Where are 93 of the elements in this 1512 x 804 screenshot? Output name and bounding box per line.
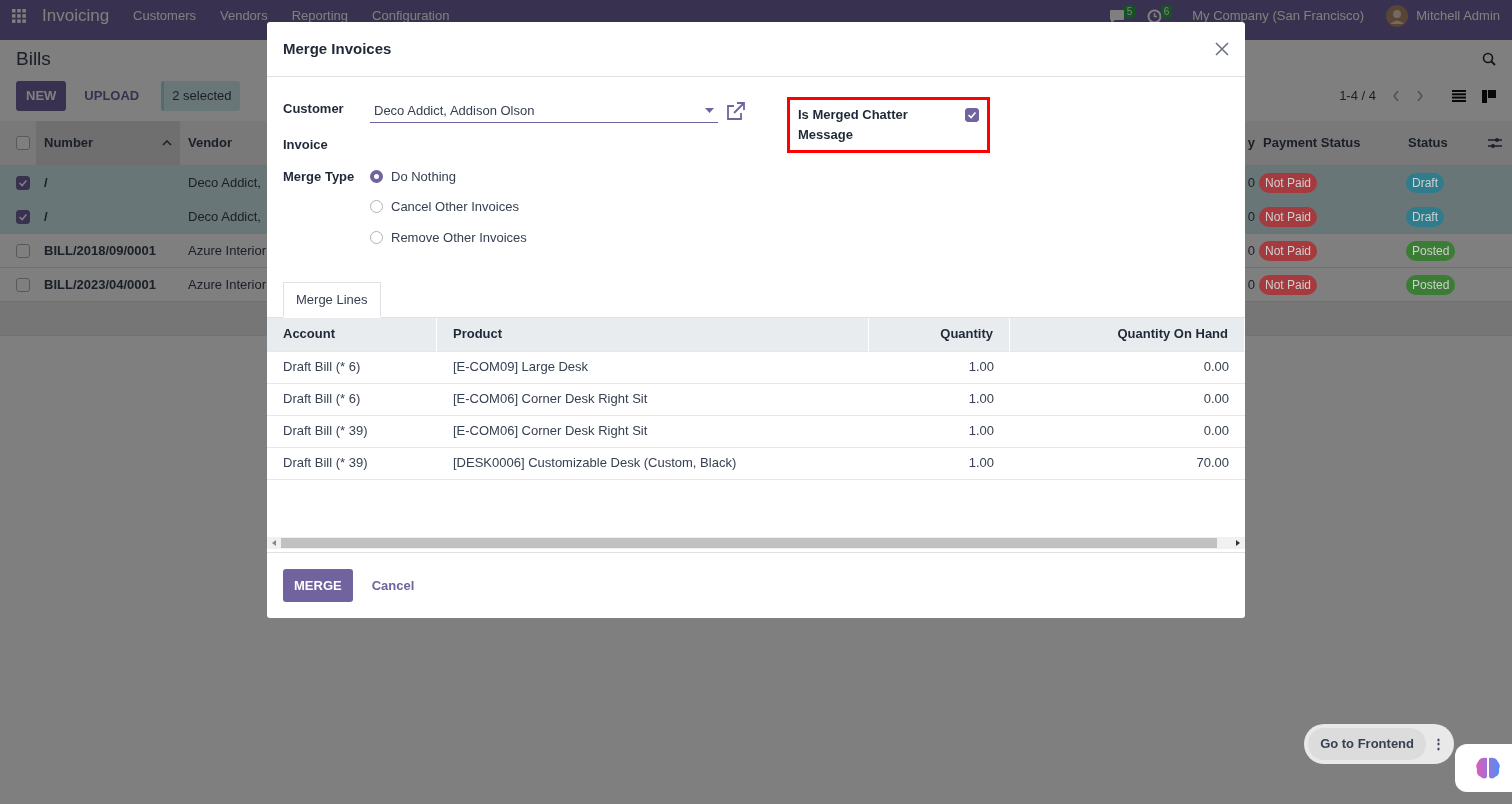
toolbar-button[interactable]: UPLOAD [74,81,150,111]
chevron-left-icon[interactable] [1392,90,1400,102]
table-cell-text: / [44,173,48,192]
checkbox[interactable] [16,175,30,190]
scrollbar-thumb[interactable] [281,537,1217,548]
chevron-right-icon[interactable] [1416,90,1424,102]
table-cell-text: 0 [1247,275,1255,294]
avatar-icon[interactable] [1386,5,1409,27]
radio-option[interactable]: Cancel Other Invoices [370,197,745,217]
field-label: Customer [283,100,345,118]
column-header[interactable]: Quantity [869,317,1010,352]
clock-icon[interactable] [1147,8,1163,24]
field-label: Is Merged Chatter Message [798,106,909,144]
table-cell-text: Deco Addict, [188,207,261,226]
column-header[interactable]: Payment Status [1255,121,1400,165]
table-cell-text: 0 [1247,207,1255,226]
selection-counter: 2 selected [161,81,240,111]
brain-icon[interactable] [1475,756,1501,780]
table-cell: 1.00 [869,383,1010,416]
table-cell: [E-COM06] Corner Desk Right Sit [437,383,869,416]
frontend-button[interactable]: Go to Frontend [1308,728,1426,760]
table-cell: 1.00 [869,447,1010,480]
app-name[interactable]: Invoicing [42,3,110,29]
column-header[interactable]: Status [1400,121,1512,165]
payment-status-badge: Not Paid [1259,172,1318,193]
count-badge: 6 [1160,4,1173,18]
table-cell: 0.00 [1010,383,1245,416]
column-header[interactable]: Account [267,317,437,352]
menu-item[interactable]: Customers [133,6,196,26]
table-cell-text: / [44,207,48,226]
search-icon[interactable] [1482,52,1496,66]
status-badge: Draft [1406,172,1444,193]
payment-status-badge: Not Paid [1259,274,1318,295]
checkbox[interactable] [965,108,979,122]
table-cell: [E-COM09] Large Desk [437,351,869,384]
table-cell: 70.00 [1010,447,1245,480]
field-label: Invoice [283,136,329,154]
table-cell: Draft Bill (* 39) [267,447,437,480]
column-header[interactable]: Number [36,121,180,165]
table-cell-text: Azure Interior [188,241,267,260]
dialog-button[interactable]: Cancel [360,568,426,602]
scrollbar[interactable] [267,536,1245,549]
table-cell-text: 0 [1247,173,1255,192]
payment-status-badge: Not Paid [1259,240,1318,261]
table-cell: 0.00 [1010,415,1245,448]
payment-status-badge: Not Paid [1259,206,1318,227]
page-title: Bills [16,46,51,71]
checkmark-icon [966,109,978,121]
table-cell-text: Azure Interior [188,275,267,294]
table-cell: [DESK0006] Customizable Desk (Custom, Black) [437,447,869,480]
checkbox[interactable] [16,136,30,150]
tab[interactable]: Merge Lines [283,282,381,318]
field-label: Merge Type [283,167,356,186]
sort-caret-icon[interactable] [162,140,172,146]
list-view-icon[interactable] [1452,90,1466,102]
customer-field[interactable]: Deco Addict, Addison Olson [370,99,718,123]
table-cell-text: BILL/2018/09/0001 [44,241,157,260]
settings-sliders-icon[interactable] [1488,137,1502,149]
table-cell-text: Deco Addict, [188,173,261,192]
menu-item[interactable]: Configuration [372,6,450,26]
menu-item[interactable]: Vendors [219,6,268,26]
checkbox[interactable] [16,243,30,258]
table-cell: Draft Bill (* 6) [267,351,437,384]
toolbar-button[interactable]: NEW [16,81,67,111]
dropdown-caret-icon[interactable] [705,108,714,113]
table-cell: 0.00 [1010,351,1245,384]
table-cell: [E-COM06] Corner Desk Right Sit [437,415,869,448]
external-link-icon[interactable] [726,101,745,121]
column-header[interactable]: Quantity On Hand [1010,317,1245,352]
status-badge: Draft [1406,206,1444,227]
table-cell: 1.00 [869,415,1010,448]
chat-icon[interactable] [1109,8,1126,24]
status-badge: Posted [1406,274,1456,295]
kanban-view-icon[interactable] [1482,89,1496,103]
close-icon[interactable] [1215,42,1229,56]
table-cell-text: BILL/2023/04/0001 [44,275,157,294]
more-button[interactable]: ⋮ [1426,734,1450,754]
radio-option[interactable]: Do Nothing [370,166,745,186]
table-cell: 1.00 [869,351,1010,384]
dialog-title: Merge Invoices [283,38,392,59]
checkbox[interactable] [16,209,30,224]
table-cell: Draft Bill (* 6) [267,383,437,416]
table-cell: Draft Bill (* 39) [267,415,437,448]
user-name[interactable]: Mitchell Admin [1416,6,1500,26]
column-header[interactable]: Product [437,317,869,352]
table-cell-text: 0 [1247,241,1255,260]
checkbox[interactable] [16,277,30,292]
apps-grid-icon[interactable] [12,9,26,23]
menu-item[interactable]: Reporting [291,6,349,26]
status-badge: Posted [1406,240,1456,261]
dialog-button[interactable]: MERGE [283,568,353,602]
radio-option[interactable]: Remove Other Invoices [370,227,745,247]
pager-value: 1-4 / 4 [1339,87,1376,106]
